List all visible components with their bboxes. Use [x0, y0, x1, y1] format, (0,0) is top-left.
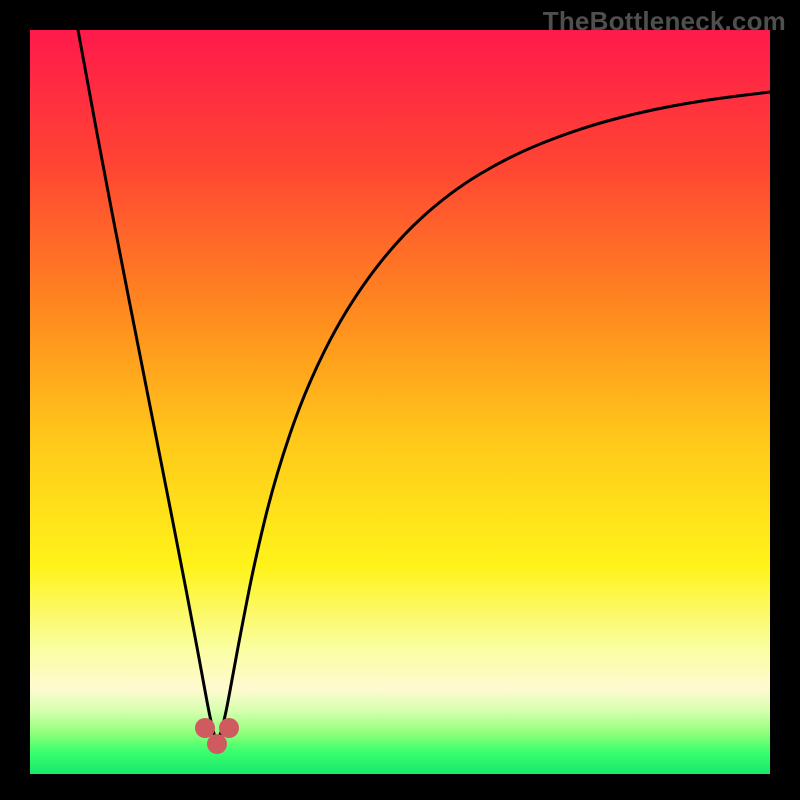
marker-min-left — [195, 718, 215, 738]
plot-area — [30, 30, 770, 774]
gradient-background — [30, 30, 770, 774]
watermark-text: TheBottleneck.com — [543, 6, 786, 37]
chart-svg — [30, 30, 770, 774]
marker-min-bottom — [207, 734, 227, 754]
marker-min-right — [219, 718, 239, 738]
outer-frame: TheBottleneck.com — [0, 0, 800, 800]
